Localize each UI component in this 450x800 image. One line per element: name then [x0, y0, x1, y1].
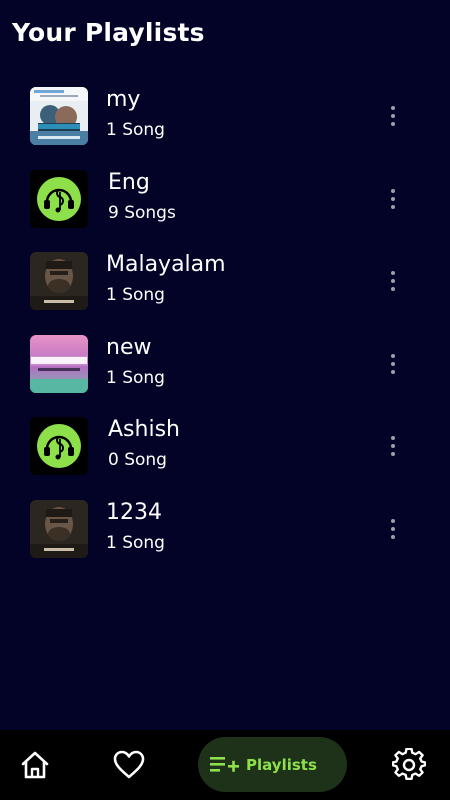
- album-art: [30, 87, 88, 145]
- playlist-item-my[interactable]: my 1 Song: [0, 80, 450, 163]
- playlists-tab[interactable]: Playlists: [198, 737, 347, 792]
- gear-icon[interactable]: [391, 747, 427, 782]
- playlist-song-count: 1 Song: [106, 367, 165, 388]
- bottom-nav: Playlists: [0, 730, 450, 800]
- playlist-item-1234[interactable]: 1234 1 Song: [0, 493, 450, 576]
- playlist-song-count: 0 Song: [108, 450, 167, 470]
- music-note-headphones-icon: [30, 417, 88, 475]
- playlist-name: 1234: [106, 499, 162, 525]
- playlist-add-icon: [210, 756, 239, 772]
- album-art: [30, 252, 88, 310]
- playlist-item-new[interactable]: new 1 Song: [0, 328, 450, 411]
- playlist-name: Ashish: [108, 417, 180, 442]
- more-options-icon[interactable]: [382, 183, 404, 215]
- playlist-name: new: [106, 334, 152, 360]
- playlist-item-malayalam[interactable]: Malayalam 1 Song: [0, 245, 450, 328]
- more-options-icon[interactable]: [382, 513, 404, 545]
- playlist-name: Malayalam: [106, 252, 226, 277]
- playlist-item-ashish[interactable]: Ashish 0 Song: [0, 410, 450, 493]
- playlist-song-count: 1 Song: [106, 285, 165, 305]
- album-art: [30, 499, 88, 558]
- more-options-icon[interactable]: [382, 348, 404, 380]
- page-title: Your Playlists: [12, 18, 205, 47]
- more-options-icon[interactable]: [382, 100, 404, 132]
- album-art: [30, 334, 88, 393]
- playlist-list: my 1 Song Eng 9 Songs Malayalam 1 Song n…: [0, 80, 450, 575]
- playlist-song-count: 1 Song: [106, 532, 165, 553]
- home-icon[interactable]: [18, 748, 52, 782]
- playlist-name: my: [106, 87, 141, 112]
- playlist-name: Eng: [108, 169, 150, 195]
- music-note-headphones-icon: [30, 169, 88, 228]
- playlist-song-count: 9 Songs: [108, 202, 176, 223]
- more-options-icon[interactable]: [382, 430, 404, 462]
- heart-icon[interactable]: [112, 748, 146, 782]
- more-options-icon[interactable]: [382, 265, 404, 297]
- playlist-item-eng[interactable]: Eng 9 Songs: [0, 163, 450, 246]
- playlists-tab-label: Playlists: [246, 755, 317, 774]
- playlist-song-count: 1 Song: [106, 120, 165, 140]
